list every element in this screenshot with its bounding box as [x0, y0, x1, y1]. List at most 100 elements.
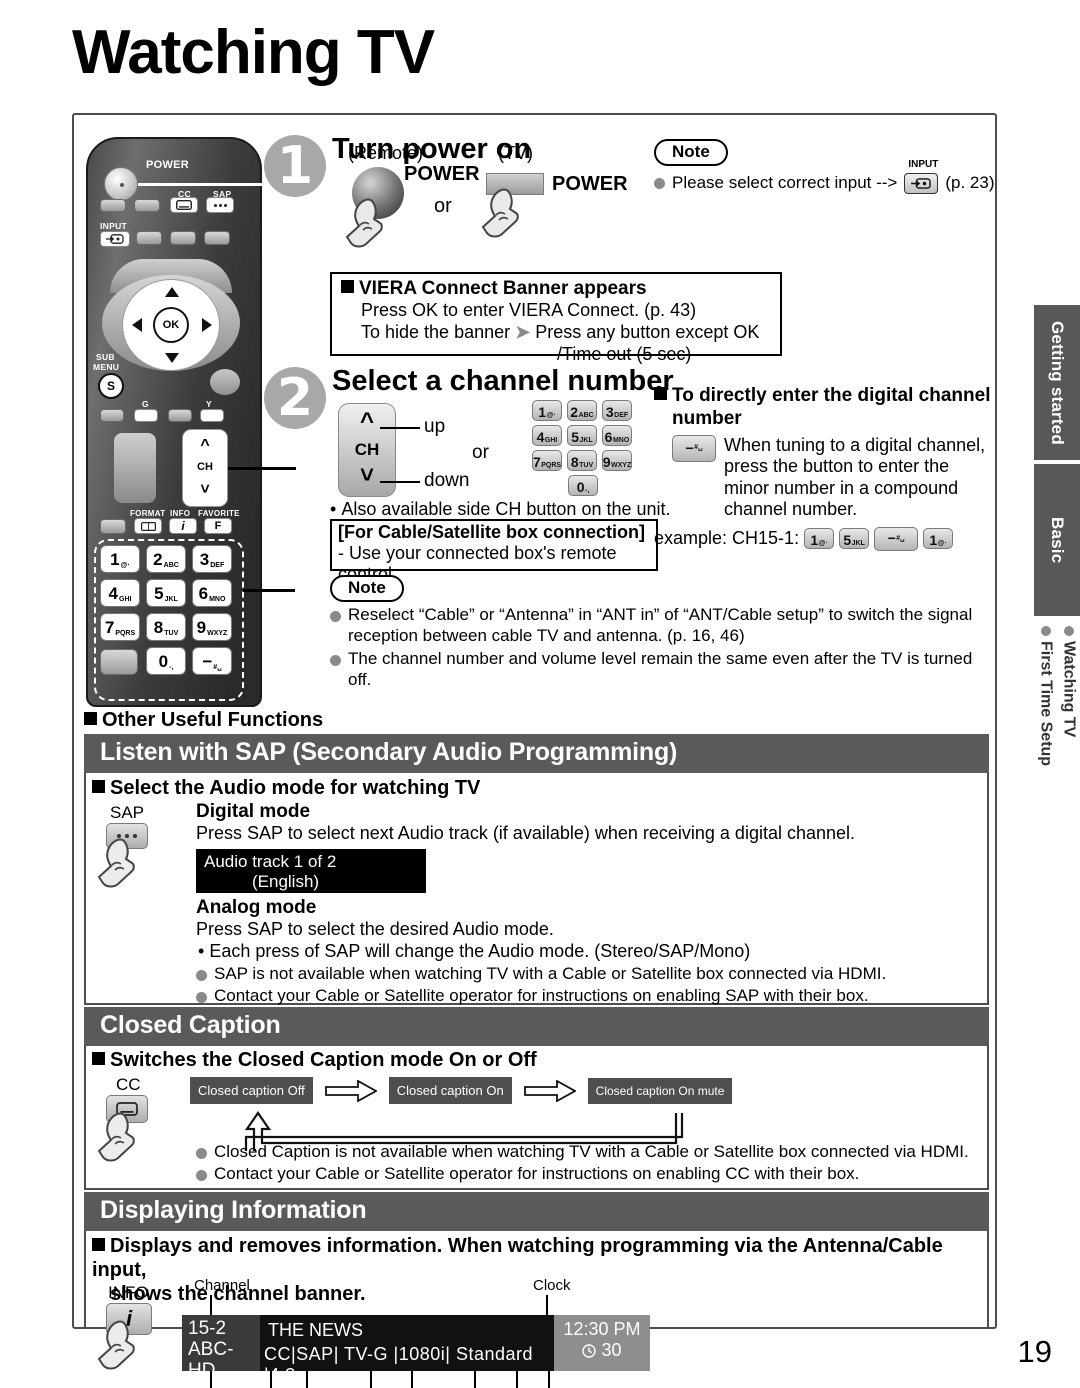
step2-note-bullet-2: The channel number and volume level rema… [330, 649, 990, 690]
remote-key-dash-hash[interactable]: − #␣ [192, 647, 232, 675]
ch-up-icon[interactable]: ^ [360, 410, 374, 434]
bullet-dot-icon [330, 611, 341, 622]
remote-format-label: FORMAT [130, 509, 166, 518]
leader-line-aspect [516, 1371, 518, 1388]
banner-sleep-value: 30 [601, 1339, 622, 1360]
info-button-caption: INFO [108, 1283, 149, 1302]
arrow-right-icon [324, 1079, 377, 1102]
remote-key-8[interactable]: 8 TUV [146, 613, 186, 641]
remote-cc-button[interactable] [170, 197, 198, 213]
remote-ch-rocker[interactable]: ^ CH ˅ [182, 429, 228, 507]
remote-format-button[interactable] [134, 518, 162, 534]
direct-entry-heading-l2: number [672, 407, 742, 429]
remote-sap-button[interactable] [206, 197, 234, 213]
remote-ok-button[interactable]: OK [153, 307, 189, 343]
remote-button-blank-5[interactable] [204, 231, 230, 245]
sap-bullet-2: Contact your Cable or Satellite operator… [196, 986, 976, 1007]
remote-key-9[interactable]: 9 WXYZ [192, 613, 232, 641]
step-1-badge: 1 [264, 135, 326, 197]
remote-button-blank-7[interactable] [100, 519, 126, 534]
remote-key-blank-last[interactable] [100, 649, 138, 675]
remote-favorite-button[interactable]: F [204, 518, 232, 534]
remote-y-label: Y [206, 399, 212, 409]
example-key-1b[interactable]: 1 @· [923, 528, 954, 550]
keypad-key-2[interactable]: 2 ABC [567, 400, 597, 421]
sap-analog-dash: • Each press of SAP will change the Audio… [198, 941, 751, 961]
leader-line-rating [370, 1371, 372, 1388]
keypad-key-9[interactable]: 9 WXYZ [602, 450, 632, 471]
dpad-down-icon[interactable] [165, 353, 179, 363]
example-key-dash-hash[interactable]: − #␣ [874, 526, 919, 551]
remote-info-label: INFO [170, 509, 191, 518]
keypad-key-4[interactable]: 4 GHI [532, 425, 562, 446]
remote-color-button-yellow[interactable] [200, 409, 224, 422]
leader-line-picture-mode [474, 1371, 476, 1388]
remote-input-button[interactable] [100, 231, 130, 247]
remote-color-button-green[interactable] [134, 409, 158, 422]
remote-button-blank-1[interactable] [100, 199, 126, 212]
remote-color-button-blue[interactable] [168, 409, 192, 422]
remote-volume-rocker[interactable] [114, 433, 156, 503]
sap-sub-heading-label: Select the Audio mode for watching TV [110, 777, 481, 799]
step2-keypad-grid: 1 @· 2 ABC 3 DEF 4 GHI 5 JKL 6 MNO 7 PQRS 8 TUV … [532, 400, 662, 496]
sap-digital-text: Press SAP to select next Audio track (if… [196, 823, 856, 843]
other-useful-functions-heading: Other Useful Functions [84, 709, 323, 732]
side-sub-label: First Time Setup [1037, 641, 1055, 767]
keypad-key-1[interactable]: 1 @· [532, 400, 562, 421]
remote-button-blank-2[interactable] [134, 199, 160, 212]
viera-box-heading: VIERA Connect Banner appears [359, 278, 647, 299]
keypad-key-5[interactable]: 5 JKL [567, 425, 597, 446]
remote-sub-menu-button[interactable]: S [98, 373, 124, 399]
remote-button-blank-6[interactable] [210, 369, 240, 395]
pointing-hand-icon [482, 188, 519, 238]
cc-sub-heading-label: Switches the Closed Caption mode On or O… [110, 1049, 537, 1071]
remote-key-5[interactable]: 5 JKL [146, 579, 186, 607]
side-tab-basic[interactable]: Basic [1034, 464, 1080, 616]
step2-down-label: down [424, 470, 470, 491]
remote-key-4[interactable]: 4 GHI [100, 579, 140, 607]
remote-key-6[interactable]: 6 MNO [192, 579, 232, 607]
step1-remote-caption: (Remote) [348, 143, 424, 163]
example-key-5[interactable]: 5 JKL [839, 528, 870, 550]
remote-color-button-red[interactable] [100, 409, 124, 422]
remote-info-button[interactable]: i [169, 518, 197, 534]
sap-analog-title: Analog mode [196, 897, 317, 918]
step2-side-ch-note: • Also available side CH button on the un… [330, 499, 671, 519]
step2-or-label: or [472, 442, 489, 463]
dash-hash-key[interactable]: − #␣ [672, 434, 716, 462]
side-ch-note-text: Also available side CH button on the uni… [341, 499, 671, 519]
remote-key-7[interactable]: 7 PQRS [100, 613, 140, 641]
sap-bullet-text: Contact your Cable or Satellite operator… [214, 986, 869, 1005]
remote-sub-label: SUB [96, 352, 115, 362]
remote-power-button[interactable] [104, 167, 138, 201]
example-key-1[interactable]: 1 @· [804, 528, 835, 550]
info-sub-heading: Displays and removes information. When w… [92, 1234, 982, 1306]
page-number: 19 [1017, 1334, 1052, 1369]
keypad-key-3[interactable]: 3 DEF [602, 400, 632, 421]
remote-button-blank-3[interactable] [136, 231, 162, 245]
cc-bullet-text: Closed Caption is not available when wat… [214, 1142, 969, 1161]
section-bar-closed-caption: Closed Caption [84, 1007, 989, 1046]
remote-key-0[interactable]: 0 -, [146, 647, 186, 675]
leader-line-down [380, 481, 420, 483]
ch-down-icon[interactable]: ˅ [360, 464, 374, 488]
remote-key-1[interactable]: 1 @· [100, 545, 140, 573]
keypad-key-0[interactable]: 0 -, [568, 475, 598, 496]
cc-state-on-mute: Closed caption On mute [587, 1077, 733, 1104]
pointing-hand-icon [98, 1320, 135, 1370]
sap-analog-text: Press SAP to select the desired Audio mo… [196, 919, 554, 939]
dpad-up-icon[interactable] [165, 287, 179, 297]
remote-key-2[interactable]: 2 ABC [146, 545, 186, 573]
keypad-key-6[interactable]: 6 MNO [602, 425, 632, 446]
square-bullet-icon [84, 712, 97, 725]
dpad-left-icon[interactable] [132, 318, 142, 332]
leader-line-keypad [243, 589, 295, 592]
keypad-key-7[interactable]: 7 PQRS [532, 450, 562, 471]
side-sub-item-watching-tv: Watching TV [1057, 626, 1080, 766]
remote-key-3[interactable]: 3 DEF [192, 545, 232, 573]
side-tab-getting-started[interactable]: Getting started [1034, 305, 1080, 460]
dpad-right-icon[interactable] [202, 318, 212, 332]
keypad-key-8[interactable]: 8 TUV [567, 450, 597, 471]
remote-button-blank-4[interactable] [170, 231, 196, 245]
input-icon [904, 173, 939, 195]
